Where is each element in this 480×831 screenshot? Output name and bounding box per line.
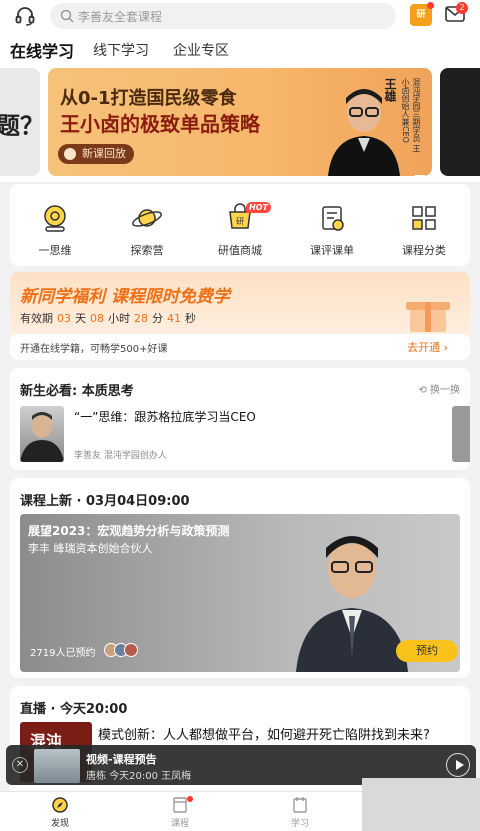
banner-line1: 从0-1打造国民级零食	[60, 88, 237, 109]
grid-icon	[412, 206, 436, 230]
quick-entry-label: 研值商城	[218, 244, 262, 257]
headset-icon[interactable]	[14, 5, 36, 27]
banner-line2: 王小卤的极致单品策略	[60, 112, 260, 136]
lamp-icon	[44, 205, 66, 232]
course-hero[interactable]: 展望2023：宏观趋势分析与政策预测 李丰 峰瑞资本创始合伙人 2719人已预约…	[20, 514, 460, 672]
quick-entry-explore[interactable]: 探索营	[107, 202, 187, 258]
search-input[interactable]: 李善友全套课程	[50, 3, 396, 29]
reservation-count: 2719人已预约	[30, 648, 96, 659]
svg-text:研: 研	[236, 217, 244, 226]
mini-player-subtitle-prefix: 唐栋	[86, 771, 106, 782]
tab-enterprise[interactable]: 企业专区	[173, 40, 229, 60]
search-placeholder: 李善友全套课程	[78, 10, 163, 24]
author-figure	[20, 412, 64, 462]
countdown: 有效期 03 天 08 小时 28 分 41 秒	[20, 310, 196, 326]
live-title[interactable]: 模式创新：人人都想做平台，如何避开死亡陷阱找到未来?	[98, 724, 430, 743]
refresh-button[interactable]: ⟲ 换一换	[418, 381, 460, 396]
video-thumbnail	[34, 749, 80, 783]
nav-study[interactable]: 学习	[270, 796, 330, 829]
discover-icon	[52, 797, 68, 813]
new-course-card: 课程上新 · 03月04日09:00 展望2023：宏观趋势分析与政策预测 李丰…	[10, 478, 470, 678]
promo-title: 新同学福利 课程限时免费学	[20, 287, 230, 307]
tab-bar: 在线学习 线下学习 企业专区	[0, 34, 480, 66]
quick-entry-label: 一思维	[38, 244, 72, 257]
close-icon[interactable]: ✕	[12, 757, 28, 773]
essential-thinking-card: 新生必看: 本质思考 ⟲ 换一换 “一”思维：跟苏格拉底学习当CEO 李善友 混…	[10, 368, 470, 470]
mini-player-subtitle-text: 今天20:00 王凤梅	[109, 771, 192, 782]
promo-card[interactable]: 新同学福利 课程限时免费学 有效期 03 天 08 小时 28 分 41 秒 开通在线学籍，可畅…	[10, 272, 470, 360]
banner-replay-button[interactable]: 新课回放	[58, 144, 134, 164]
banner-next-peek[interactable]	[440, 68, 480, 176]
nav-label: 发现	[50, 819, 69, 829]
section-title: 课程上新 · 03月04日09:00	[20, 494, 190, 509]
nav-label: 课程	[170, 819, 189, 829]
quick-entry-label: 课程分类	[402, 244, 446, 257]
reserve-button[interactable]: 预约	[396, 640, 458, 662]
countdown-days-unit: 天	[75, 312, 86, 325]
tab-online-learning[interactable]: 在线学习	[10, 38, 74, 62]
nav-label: 学习	[290, 819, 309, 829]
countdown-minutes: 28	[134, 312, 148, 325]
author-photo[interactable]	[20, 406, 64, 462]
quick-entry-yisiwei[interactable]: 一思维	[15, 202, 95, 258]
search-icon	[60, 9, 74, 23]
play-icon	[64, 148, 76, 160]
countdown-hours: 08	[90, 312, 104, 325]
study-icon	[293, 797, 307, 813]
banner-prev-peek[interactable]: 题？	[0, 68, 40, 176]
countdown-minutes-unit: 分	[152, 312, 163, 325]
course-question[interactable]: “一”思维：跟苏格拉底学习当CEO	[74, 408, 256, 425]
promo-text: 开通在线学籍，可畅学500+好课	[20, 344, 168, 355]
mini-player-title: 视频-课程预告	[86, 753, 157, 766]
nav-badge	[187, 796, 193, 802]
section-title: 新生必看: 本质思考	[20, 384, 134, 399]
gift-icon	[406, 302, 450, 332]
countdown-prefix: 有效期	[20, 312, 53, 325]
promo-bottom-bar: 开通在线学籍，可畅学500+好课 去开通 ›	[10, 334, 470, 360]
reserver-avatars	[104, 642, 138, 661]
notification-dot	[427, 2, 434, 9]
quick-entry-mall[interactable]: 研 HOT 研值商城	[200, 202, 280, 258]
nav-discover[interactable]: 发现	[30, 796, 90, 829]
play-icon[interactable]	[446, 753, 470, 777]
course-author: 李善友 混沌学园创办人	[74, 451, 167, 461]
section-title: 直播 · 今天20:00	[20, 702, 128, 717]
speaker-name: 王雄	[383, 78, 397, 102]
banner-pagination	[410, 164, 432, 176]
banner-button-label: 新课回放	[82, 147, 126, 160]
mini-player-subtitle: 唐栋 今天20:00 王凤梅	[86, 767, 191, 782]
banner-slide[interactable]: 从0-1打造国民级零食 王小卤的极致单品策略 新课回放 王雄 混沌学园三期学员 …	[48, 68, 432, 176]
activate-link[interactable]: 去开通 ›	[407, 339, 448, 355]
speaker-photo	[296, 536, 408, 672]
countdown-seconds-unit: 秒	[185, 312, 196, 325]
review-icon	[322, 206, 344, 231]
course-title: 展望2023：宏观趋势分析与政策预测	[28, 524, 230, 538]
quick-entry-label: 课评课单	[310, 244, 354, 257]
refresh-label: 换一换	[430, 385, 460, 396]
tab-offline-learning[interactable]: 线下学习	[93, 40, 149, 60]
hot-badge: HOT	[246, 202, 271, 213]
speaker-desc: 混沌学园三期学员 王小卤创始人兼CEO	[401, 78, 421, 153]
quick-entry-label: 探索营	[130, 244, 164, 257]
countdown-hours-unit: 小时	[108, 312, 130, 325]
quick-entry-categories[interactable]: 课程分类	[384, 202, 464, 258]
corner-overlay	[362, 778, 480, 831]
mail-badge: 2	[456, 2, 468, 14]
next-item-peek[interactable]	[452, 406, 470, 462]
quick-entry-card: 一思维 探索营 研 HOT 研值商城 课评课单 课程分类	[10, 184, 470, 266]
refresh-icon: ⟲	[418, 385, 430, 396]
countdown-seconds: 41	[167, 312, 181, 325]
quick-entry-review[interactable]: 课评课单	[292, 202, 372, 258]
course-speaker: 李丰 峰瑞资本创始合伙人	[28, 542, 153, 555]
nav-courses[interactable]: 课程	[150, 796, 210, 829]
countdown-days: 03	[57, 312, 71, 325]
banner-prev-text: 题？	[0, 112, 40, 140]
planet-icon	[132, 209, 162, 227]
